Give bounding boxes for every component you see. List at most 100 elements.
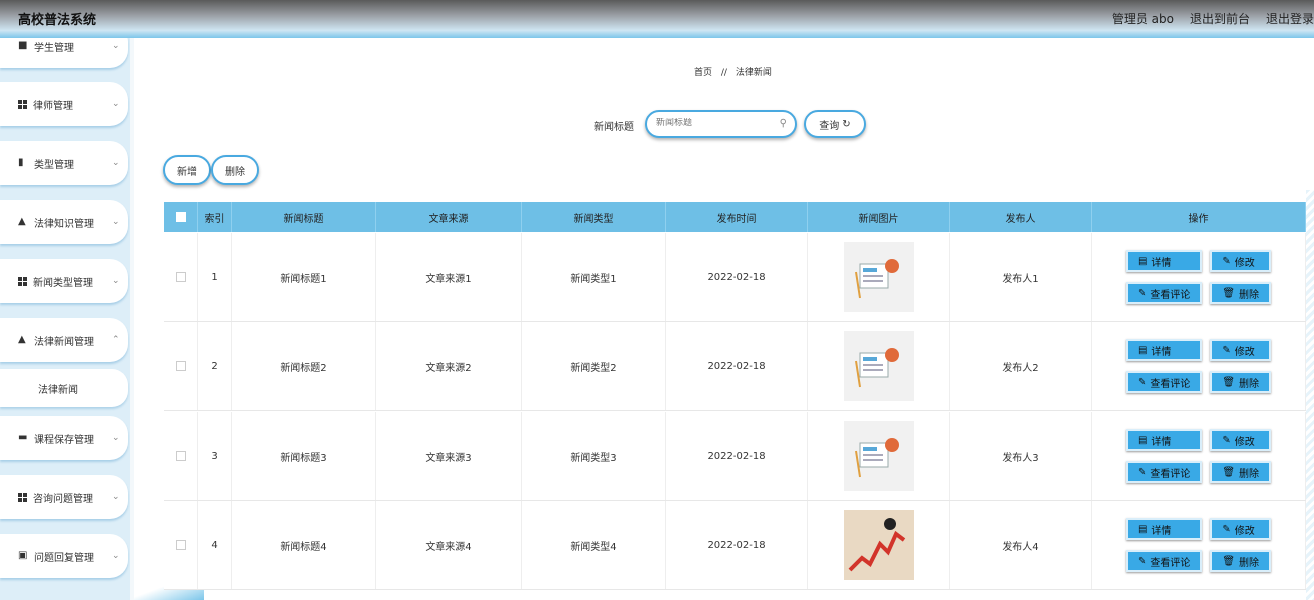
search-input[interactable] <box>656 118 776 128</box>
cell-actions: ▤ 详情 ✎ 修改 ✎ 查看评论 🗑 删除 <box>1092 322 1306 410</box>
view-comments-button[interactable]: ✎ 查看评论 <box>1125 550 1203 572</box>
view-comments-button[interactable]: ✎ 查看评论 <box>1125 282 1203 304</box>
chevron-down-icon: ⌄ <box>112 99 120 109</box>
file-icon: ▤ <box>1137 434 1148 446</box>
sidebar-subitem-law-news[interactable]: 法律新闻 <box>0 369 128 407</box>
sidebar-item-label: 法律新闻管理 <box>34 336 94 348</box>
view-comments-button[interactable]: ✎ 查看评论 <box>1125 371 1203 393</box>
delete-button[interactable]: 🗑 删除 <box>1210 371 1272 393</box>
chart-crash-icon[interactable] <box>843 510 914 580</box>
news-icon[interactable] <box>843 242 914 312</box>
search-icon: ⚲ <box>779 118 787 129</box>
sidebar-item-label: 课程保存管理 <box>34 434 94 446</box>
detail-button[interactable]: ▤ 详情 <box>1125 339 1203 361</box>
sidebar-item-law-news[interactable]: ▲ 法律新闻管理 ⌃ <box>0 318 128 362</box>
user-icon: ■ <box>18 40 28 51</box>
select-all-checkbox[interactable] <box>175 212 186 222</box>
cell-image <box>808 501 950 589</box>
row-checkbox-cell <box>164 233 198 321</box>
sidebar-item-course-save[interactable]: ▬ 课程保存管理 ⌄ <box>0 416 128 460</box>
admin-label: 管理员 abo <box>1111 12 1174 26</box>
breadcrumb-current: 法律新闻 <box>735 68 772 78</box>
grid-icon <box>18 276 27 286</box>
breadcrumb-home[interactable]: 首页 <box>694 68 712 78</box>
file-icon: ▤ <box>1137 523 1148 535</box>
column-header: 文章来源 <box>376 202 522 232</box>
table-row: 2 新闻标题2 文章来源2 新闻类型2 2022-02-18 发布人2 ▤ 详情 ✎ 修改 ✎ 查看评… <box>164 322 1306 411</box>
detail-button[interactable]: ▤ 详情 <box>1125 250 1203 272</box>
row-checkbox[interactable] <box>175 451 186 461</box>
news-icon[interactable] <box>843 421 914 491</box>
row-checkbox[interactable] <box>175 272 186 282</box>
sidebar-item-news-types[interactable]: 新闻类型管理 ⌄ <box>0 259 128 303</box>
news-icon[interactable] <box>843 331 914 401</box>
edit-label: 修改 <box>1234 525 1255 537</box>
view-comments-button[interactable]: ✎ 查看评论 <box>1125 461 1203 483</box>
sidebar-item-law-knowledge[interactable]: ▲ 法律知识管理 ⌄ <box>0 200 128 244</box>
sidebar-item-lawyers[interactable]: 律师管理 ⌄ <box>0 82 128 126</box>
chevron-down-icon: ⌄ <box>112 276 120 286</box>
edit-button[interactable]: ✎ 修改 <box>1210 250 1272 272</box>
sidebar-item-label: 类型管理 <box>34 159 74 171</box>
row-checkbox[interactable] <box>175 361 186 371</box>
add-button[interactable]: 新增 <box>163 155 211 185</box>
select-all-cell <box>164 202 198 232</box>
file-icon: ▤ <box>1137 255 1148 267</box>
query-button-label: 查询 <box>819 120 840 132</box>
detail-button[interactable]: ▤ 详情 <box>1125 429 1203 451</box>
trash-icon: 🗑 <box>1222 555 1236 567</box>
cell-publisher: 发布人3 <box>950 412 1092 500</box>
cell-source: 文章来源2 <box>376 322 522 410</box>
comments-label: 查看评论 <box>1150 378 1191 390</box>
row-checkbox-cell <box>164 322 198 410</box>
sidebar-item-reply[interactable]: ▣ 问题回复管理 ⌄ <box>0 534 128 578</box>
detail-button[interactable]: ▤ 详情 <box>1125 518 1203 540</box>
user-icon: ▲ <box>18 334 26 345</box>
cell-source: 文章来源3 <box>376 412 522 500</box>
cell-image <box>808 412 950 500</box>
cell-index: 4 <box>198 501 232 589</box>
sidebar-item-students[interactable]: ■ 学生管理 ⌄ <box>0 38 128 68</box>
chevron-up-icon: ⌃ <box>112 335 120 345</box>
cell-index: 2 <box>198 322 232 410</box>
row-checkbox[interactable] <box>175 540 186 550</box>
cell-image <box>808 322 950 410</box>
breadcrumb-separator: // <box>720 68 727 78</box>
edit-button[interactable]: ✎ 修改 <box>1210 518 1272 540</box>
edit-button[interactable]: ✎ 修改 <box>1210 429 1272 451</box>
delete-button[interactable]: 🗑 删除 <box>1210 282 1272 304</box>
cell-publisher: 发布人4 <box>950 501 1092 589</box>
pencil-icon: ✎ <box>1137 376 1147 388</box>
sidebar-item-types[interactable]: ▮ 类型管理 ⌄ <box>0 141 128 185</box>
search-box: ⚲ <box>645 110 797 138</box>
grid-icon <box>18 492 27 502</box>
cell-title: 新闻标题1 <box>232 233 376 321</box>
edit-button[interactable]: ✎ 修改 <box>1210 339 1272 361</box>
cell-source: 文章来源1 <box>376 233 522 321</box>
delete-button[interactable]: 🗑 删除 <box>1210 550 1272 572</box>
sidebar: ■ 学生管理 ⌄ 律师管理 ⌄ ▮ 类型管理 ⌄ ▲ 法律知识管理 ⌄ 新闻类型… <box>0 38 134 600</box>
cell-index: 1 <box>198 233 232 321</box>
delete-button[interactable]: 🗑 删除 <box>1210 461 1272 483</box>
decoration-right-edge <box>1306 190 1314 600</box>
pencil-icon: ✎ <box>1222 255 1231 267</box>
refresh-icon: ↻ <box>842 118 851 130</box>
logout-link[interactable]: 退出登录 <box>1266 10 1314 27</box>
sidebar-item-label: 律师管理 <box>33 100 73 112</box>
comments-label: 查看评论 <box>1150 557 1191 569</box>
query-button[interactable]: 查询 ↻ <box>804 110 866 138</box>
cell-time: 2022-02-18 <box>666 233 808 321</box>
batch-delete-button[interactable]: 删除 <box>211 155 259 185</box>
sidebar-item-label: 法律知识管理 <box>34 218 94 230</box>
table-row: 4 新闻标题4 文章来源4 新闻类型4 2022-02-18 发布人4 ▤ 详情 ✎ 修改 ✎ 查看评… <box>164 501 1306 590</box>
pencil-icon: ✎ <box>1137 466 1147 478</box>
column-header: 新闻类型 <box>522 202 666 232</box>
cell-actions: ▤ 详情 ✎ 修改 ✎ 查看评论 🗑 删除 <box>1092 233 1306 321</box>
cell-type: 新闻类型4 <box>522 501 666 589</box>
exit-front-link[interactable]: 退出到前台 <box>1190 10 1250 27</box>
delete-label: 删除 <box>1239 468 1260 480</box>
cell-index: 3 <box>198 412 232 500</box>
comments-label: 查看评论 <box>1150 468 1191 480</box>
sidebar-item-consult[interactable]: 咨询问题管理 ⌄ <box>0 475 128 519</box>
chevron-down-icon: ⌄ <box>112 41 120 51</box>
